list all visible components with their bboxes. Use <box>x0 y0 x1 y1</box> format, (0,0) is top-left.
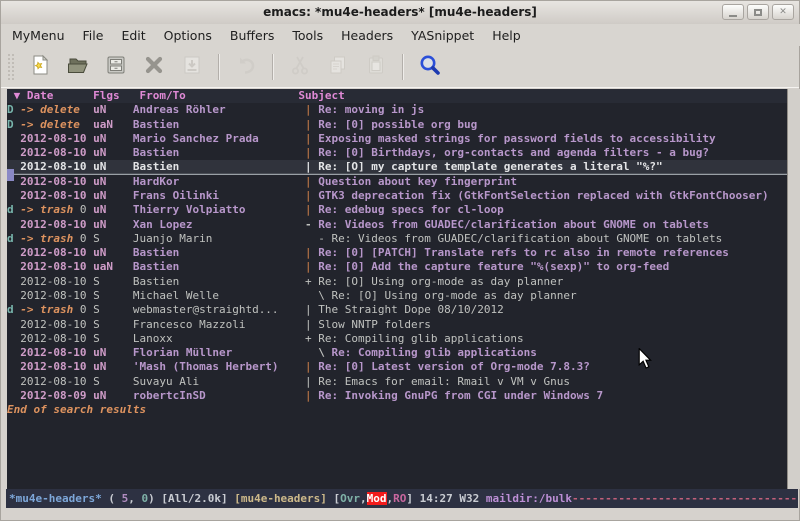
message-row[interactable]: 2012-08-10 S Suvayu Ali | Re: Emacs for … <box>7 375 787 389</box>
text-cursor <box>7 169 14 181</box>
menu-bar: MyMenuFileEditOptionsBuffersToolsHeaders… <box>1 24 800 46</box>
modeline-segment: ] <box>406 492 419 505</box>
message-row[interactable]: 2012-08-10 uaN Bastien | Re: [0] Add the… <box>7 260 787 274</box>
toolbar-separator <box>272 54 274 80</box>
paste-button <box>362 53 390 81</box>
titlebar[interactable]: emacs: *mu4e-headers* [mu4e-headers] ✕ <box>1 1 799 25</box>
modeline-segment: 14:27 W32 <box>420 492 486 505</box>
search-button[interactable] <box>416 53 444 81</box>
modeline-segment: , <box>128 492 141 505</box>
close-icon: ✕ <box>779 1 787 23</box>
message-row[interactable]: d -> trash 0 S webmaster@straightd... | … <box>7 303 787 317</box>
open-folder-button[interactable] <box>64 53 92 81</box>
message-row[interactable]: 2012-08-10 uN Xan Lopez - Re: Videos fro… <box>7 218 787 232</box>
message-row[interactable]: 2012-08-10 uN Bastien | Re: [O] my captu… <box>7 160 787 174</box>
end-of-results: End of search results <box>7 403 787 417</box>
message-row[interactable]: 2012-08-10 S Bastien + Re: [O] Using org… <box>7 275 787 289</box>
modeline-segment: [All/2.0k] <box>161 492 234 505</box>
rows-container: D -> delete uN Andreas Röhler | Re: movi… <box>7 103 787 403</box>
copy-icon <box>326 53 350 81</box>
message-row[interactable]: 2012-08-10 uN Bastien | Re: [0] Birthday… <box>7 146 787 160</box>
message-row[interactable]: 2012-08-10 uN Frans Oilinki | GTK3 depre… <box>7 189 787 203</box>
save-as-button <box>178 53 206 81</box>
save-button[interactable] <box>102 53 130 81</box>
close-button[interactable]: ✕ <box>772 4 794 20</box>
menu-item-tools[interactable]: Tools <box>283 26 332 45</box>
close-file-button[interactable] <box>140 53 168 81</box>
message-row[interactable]: d -> trash 0 uN Thierry Volpiatto | Re: … <box>7 203 787 217</box>
cut-icon <box>288 53 312 81</box>
new-file-button[interactable] <box>26 53 54 81</box>
minimize-button[interactable] <box>722 4 744 20</box>
open-folder-icon <box>66 53 90 81</box>
close-file-icon <box>142 53 166 81</box>
paste-icon <box>364 53 388 81</box>
undo-icon <box>234 53 258 81</box>
message-row[interactable]: 2012-08-10 S Lanoxx + Re: Compiling glib… <box>7 332 787 346</box>
menu-item-file[interactable]: File <box>74 26 113 45</box>
undo-button <box>232 53 260 81</box>
new-file-icon <box>28 53 52 81</box>
modeline-segment: , <box>360 492 367 505</box>
message-row[interactable]: 2012-08-10 uN Mario Sanchez Prada | Expo… <box>7 132 787 146</box>
toolbar-grip[interactable] <box>7 53 15 81</box>
emacs-window: emacs: *mu4e-headers* [mu4e-headers] ✕ M… <box>0 0 800 521</box>
message-row[interactable]: D -> delete uN Andreas Röhler | Re: movi… <box>7 103 787 117</box>
message-row[interactable]: 2012-08-10 uN Florian Müllner \ Re: Comp… <box>7 346 787 360</box>
modeline-segment: [mu4e-headers] <box>234 492 333 505</box>
message-row[interactable]: 2012-08-09 uN robertcInSD | Re: Invoking… <box>7 389 787 403</box>
menu-item-buffers[interactable]: Buffers <box>221 26 283 45</box>
message-row[interactable]: 2012-08-10 uN HardKor | Question about k… <box>7 175 787 189</box>
header-line: ▼ Date Flgs From/To Subject <box>7 89 787 103</box>
menu-item-headers[interactable]: Headers <box>332 26 402 45</box>
maximize-button[interactable] <box>747 4 769 20</box>
menu-item-yasnippet[interactable]: YASnippet <box>402 26 483 45</box>
modeline-segment: ( <box>102 492 122 505</box>
vertical-scrollbar[interactable] <box>787 89 800 489</box>
mode-line: *mu4e-headers* ( 5, 0) [All/2.0k] [mu4e-… <box>6 489 798 508</box>
menu-item-options[interactable]: Options <box>155 26 221 45</box>
message-row[interactable]: 2012-08-10 uN Bastien | Re: [0] [PATCH] … <box>7 246 787 260</box>
toolbar-separator <box>218 54 220 80</box>
toolbar-separator <box>402 54 404 80</box>
message-row[interactable]: d -> trash 0 S Juanjo Marin - Re: Videos… <box>7 232 787 246</box>
save-as-icon <box>180 53 204 81</box>
search-icon <box>418 53 442 81</box>
window-title: emacs: *mu4e-headers* [mu4e-headers] <box>263 5 537 19</box>
menu-item-edit[interactable]: Edit <box>112 26 154 45</box>
message-row[interactable]: 2012-08-10 S Francesco Mazzoli | Slow NN… <box>7 318 787 332</box>
minimize-icon <box>729 15 737 17</box>
message-row[interactable]: 2012-08-10 S Michael Welle \ Re: [O] Usi… <box>7 289 787 303</box>
cut-button <box>286 53 314 81</box>
copy-button <box>324 53 352 81</box>
modeline-segment: -------------------------------------- <box>572 492 798 505</box>
message-row[interactable]: 2012-08-10 uN 'Mash (Thomas Herbert) | R… <box>7 360 787 374</box>
modeline-segment: ) <box>148 492 161 505</box>
modeline-segment: maildir:/bulk <box>486 492 572 505</box>
message-list: ▼ Date Flgs From/To Subject D -> delete … <box>7 89 787 489</box>
modeline-segment: RO <box>393 492 406 505</box>
modeline-segment: *mu4e-headers* <box>9 492 102 505</box>
toolbar <box>1 46 799 88</box>
save-icon <box>104 53 128 81</box>
window-controls: ✕ <box>722 4 794 20</box>
modeline-segment: Mod <box>367 492 387 505</box>
menu-item-help[interactable]: Help <box>483 26 530 45</box>
menu-item-mymenu[interactable]: MyMenu <box>3 26 74 45</box>
maximize-icon <box>754 9 762 16</box>
modeline-segment: Ovr <box>340 492 360 505</box>
message-row[interactable]: D -> delete uaN Bastien | Re: [0] possib… <box>7 118 787 132</box>
